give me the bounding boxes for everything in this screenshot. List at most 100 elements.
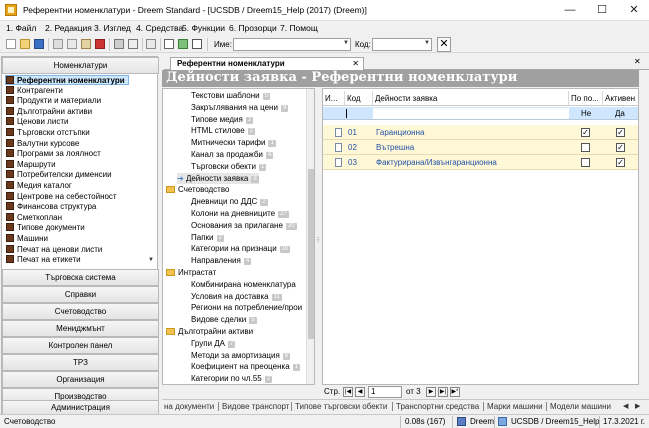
filter-active-value[interactable]: Да xyxy=(615,107,625,120)
section-nomenclatures[interactable]: Номенклатури xyxy=(2,57,159,74)
tree-node[interactable]: Условия на доставка 11 xyxy=(191,291,282,302)
tree-node[interactable]: Митнически тарифи 1 xyxy=(191,137,276,148)
sidebar-item[interactable]: Потребителски дименсии xyxy=(6,170,112,180)
page-number-input[interactable]: 1 xyxy=(368,386,402,398)
menu-help[interactable]: 7. Помощ xyxy=(280,23,318,33)
sidebar-item[interactable]: Търговски отстъпки xyxy=(6,128,90,138)
scrollbar-thumb[interactable] xyxy=(308,169,314,339)
sidebar-item[interactable]: Референтни номенклатури xyxy=(5,75,129,85)
tree-node[interactable]: Категории по чл.55 2 xyxy=(191,373,273,384)
tree-node[interactable]: Коефициент на преоценка 1 xyxy=(191,361,301,372)
column-header-id[interactable]: И... xyxy=(323,91,345,106)
sidebar-item[interactable]: Печат на етикети xyxy=(6,255,81,265)
filter-name-input[interactable] xyxy=(373,108,569,119)
menu-windows[interactable]: 6. Прозорци xyxy=(229,23,277,33)
chevron-down-icon[interactable]: ▼ xyxy=(343,40,349,46)
preview-icon[interactable] xyxy=(128,39,138,49)
sidebar-item[interactable]: Маршрути xyxy=(6,159,56,170)
tree-folder[interactable]: Дълготрайни активи xyxy=(166,326,253,337)
tree-node[interactable]: Дневници по ДДС 2 xyxy=(191,196,268,207)
chevron-down-icon[interactable]: ▼ xyxy=(424,40,430,46)
sidebar-item[interactable]: Машини xyxy=(6,234,48,244)
sidebar-item[interactable]: Ценови листи xyxy=(6,117,68,127)
minimize-button[interactable]: — xyxy=(555,0,585,20)
bottom-tab-vehicles[interactable]: Транспортни средства xyxy=(396,401,479,412)
section-trade-system[interactable]: Търговска система xyxy=(2,269,159,286)
prev-page-button[interactable]: ◀ xyxy=(355,387,365,397)
bottom-tab-transport-types[interactable]: Видове транспорт xyxy=(222,401,289,412)
tree-node[interactable]: Основания за прилагане 20 xyxy=(191,220,297,231)
sidebar-item[interactable]: Центрове на себестойност xyxy=(6,191,117,202)
list-scroll-down-icon[interactable]: ▼ xyxy=(148,257,154,263)
section-administration[interactable]: Администрация xyxy=(2,400,159,415)
flag-checkbox[interactable]: ✓ xyxy=(581,128,590,137)
delete-icon[interactable] xyxy=(95,39,105,49)
new-record-button[interactable]: ▶* xyxy=(450,387,460,397)
grid-icon[interactable] xyxy=(164,39,174,49)
tree-node[interactable]: Категории на признаци 10 xyxy=(191,243,291,254)
tree-node[interactable]: Типове медия 2 xyxy=(191,114,254,125)
menu-functions[interactable]: 5. Функции xyxy=(182,23,225,33)
paste-icon[interactable] xyxy=(81,39,91,49)
tree-node[interactable]: Групи ДА 7 xyxy=(191,338,236,349)
refresh-icon[interactable] xyxy=(178,39,188,49)
flag-checkbox[interactable] xyxy=(581,158,590,167)
sidebar-item[interactable]: Програми за лоялност xyxy=(6,149,101,159)
sidebar-item[interactable]: Продукти и материали xyxy=(6,96,101,106)
open-icon[interactable] xyxy=(20,39,30,49)
tab-scroll-right-icon[interactable]: ▶ xyxy=(635,401,640,412)
tab-reference-nomenclatures[interactable]: Референтни номенклатури ✕ xyxy=(170,57,364,70)
table-row[interactable]: 02 Вътрешна ✓ xyxy=(323,140,638,155)
sidebar-item[interactable]: Медия каталог xyxy=(6,181,72,191)
bottom-tab-shop-types[interactable]: Типове търговски обекти xyxy=(295,401,387,412)
tree-node[interactable]: Направления 4 xyxy=(191,255,252,266)
cell-code[interactable]: 01 xyxy=(348,125,357,140)
column-header-name[interactable]: Дейности заявка xyxy=(373,91,569,106)
sidebar-item[interactable]: Печат на ценови листи xyxy=(6,244,102,255)
tree-node[interactable]: Закръглявания на цени 9 xyxy=(191,102,289,113)
cell-name[interactable]: Вътрешна xyxy=(376,140,414,155)
name-search-input[interactable]: ▼ xyxy=(233,38,351,51)
tree-node[interactable]: Папки 2 xyxy=(191,232,224,243)
bottom-tab-machine-models[interactable]: Модели машини xyxy=(550,401,611,412)
active-checkbox[interactable]: ✓ xyxy=(616,128,625,137)
flag-checkbox[interactable] xyxy=(581,143,590,152)
tree-node[interactable]: Комбинирана номенклатура xyxy=(191,279,296,290)
tree-node[interactable]: Колони на дневниците 27 xyxy=(191,208,289,219)
table-row[interactable]: 03 Фактурирана/Извънгаранционна ✓ xyxy=(323,155,638,170)
tree-node[interactable]: Търговски обекти 1 xyxy=(191,161,267,172)
close-tab-icon[interactable]: ✕ xyxy=(352,58,359,70)
filter-icon[interactable] xyxy=(146,39,156,49)
tab-scroll-left-icon[interactable]: ◀ xyxy=(623,401,628,412)
sidebar-item[interactable]: Сметкоплан xyxy=(6,212,62,223)
section-payroll[interactable]: ТРЗ xyxy=(2,354,159,371)
tree-folder[interactable]: Счетоводство xyxy=(166,184,229,195)
menu-edit[interactable]: 2. Редакция xyxy=(45,23,92,33)
save-icon[interactable] xyxy=(34,39,44,49)
new-icon[interactable] xyxy=(6,39,16,49)
cell-name[interactable]: Фактурирана/Извънгаранционна xyxy=(376,155,497,170)
tree-folder[interactable]: Интрастат xyxy=(166,267,216,278)
section-control-panel[interactable]: Контролен панел xyxy=(2,337,159,354)
last-page-button[interactable]: ▶| xyxy=(438,387,448,397)
section-management[interactable]: Мениджмънт xyxy=(2,320,159,337)
column-header-code[interactable]: Код xyxy=(345,91,373,106)
sidebar-item[interactable]: Дълготрайни активи xyxy=(6,106,92,117)
bottom-tab-machine-brands[interactable]: Марки машини xyxy=(487,401,543,412)
cell-code[interactable]: 03 xyxy=(348,155,357,170)
maximize-button[interactable]: ☐ xyxy=(587,0,617,20)
column-header-active[interactable]: Активен xyxy=(603,91,638,106)
copy-icon[interactable] xyxy=(67,39,77,49)
sidebar-item[interactable]: Валутни курсове xyxy=(6,138,79,149)
menu-view[interactable]: 3. Изглед xyxy=(94,23,131,33)
close-window-button[interactable]: ✕ xyxy=(619,0,649,20)
tree-node[interactable]: HTML стилове 2 xyxy=(191,125,255,136)
tree-node[interactable]: Видове сделки 5 xyxy=(191,314,257,325)
clear-search-button[interactable]: ✕ xyxy=(437,37,451,52)
next-page-button[interactable]: ▶ xyxy=(426,387,436,397)
print-icon[interactable] xyxy=(114,39,124,49)
cut-icon[interactable] xyxy=(53,39,63,49)
section-organization[interactable]: Организация xyxy=(2,371,159,388)
tree-scrollbar[interactable] xyxy=(306,89,314,384)
tree-node[interactable]: Региони на потребление/прои xyxy=(191,302,302,313)
